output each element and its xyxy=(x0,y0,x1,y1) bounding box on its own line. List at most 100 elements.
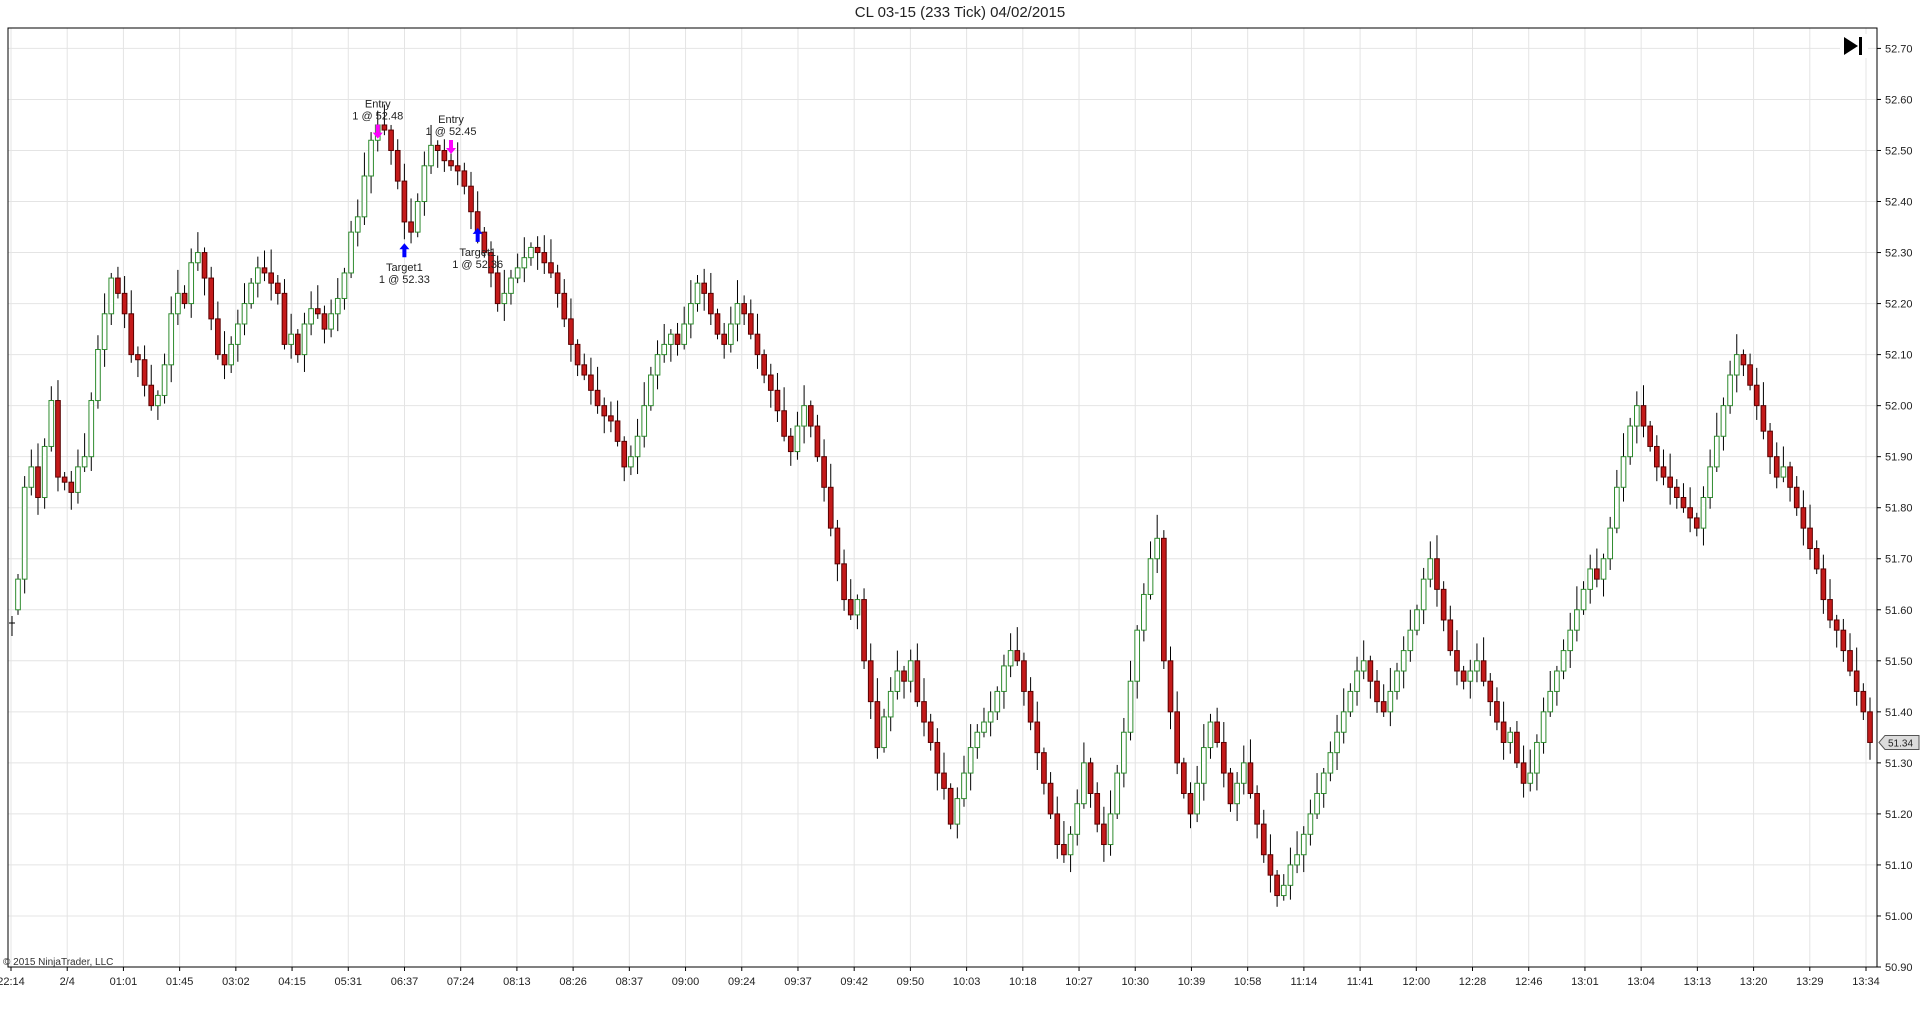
y-tick-label: 52.10 xyxy=(1885,350,1913,362)
candle xyxy=(941,752,947,800)
candle-body xyxy=(28,466,35,488)
candle-body xyxy=(1081,762,1087,805)
candle xyxy=(1547,671,1554,717)
candle xyxy=(1793,476,1800,516)
candle-body xyxy=(688,303,694,325)
candle-body xyxy=(394,149,401,182)
candle-body xyxy=(594,389,601,407)
x-tick-label: 13:29 xyxy=(1796,976,1824,988)
candle xyxy=(128,290,135,363)
candle-body xyxy=(434,144,441,151)
candle xyxy=(155,390,161,420)
candle-body xyxy=(961,772,967,800)
price-chart[interactable]: Entry1 @ 52.48 Entry1 @ 52.45Target11 @ 5… xyxy=(0,0,1920,1014)
candle-body xyxy=(1500,721,1507,743)
candle-body xyxy=(1467,670,1474,682)
candle xyxy=(1554,665,1560,706)
y-tick-label: 51.40 xyxy=(1885,707,1913,719)
candle xyxy=(1514,721,1520,768)
candle xyxy=(1314,773,1320,820)
candle-body xyxy=(1594,568,1600,580)
candle xyxy=(1274,870,1280,907)
candle xyxy=(561,279,568,328)
x-tick-label: 10:18 xyxy=(1009,976,1037,988)
candle xyxy=(648,366,654,411)
candle xyxy=(421,151,428,216)
candle xyxy=(1833,614,1840,648)
entry-price-label: 1 @ 52.45 xyxy=(426,126,477,138)
candle xyxy=(115,266,121,299)
candle-body xyxy=(361,175,368,218)
candle-body xyxy=(274,282,281,294)
candle xyxy=(741,295,747,326)
candle-body xyxy=(867,660,874,703)
candle-body xyxy=(1200,747,1207,784)
candle-body xyxy=(1653,445,1660,468)
candle xyxy=(668,329,674,362)
candle xyxy=(1860,683,1867,721)
candle-body xyxy=(1700,497,1707,529)
candle-body xyxy=(1480,660,1487,682)
candle-body xyxy=(1733,354,1740,376)
candle xyxy=(594,366,601,414)
candle-body xyxy=(1121,731,1127,774)
candle xyxy=(1014,627,1021,666)
candle-body xyxy=(155,394,161,407)
scroll-to-end-button[interactable] xyxy=(1840,34,1868,58)
plot-frame xyxy=(7,27,1878,968)
candle xyxy=(581,353,588,381)
candle xyxy=(414,193,421,238)
candle-body xyxy=(1287,864,1294,886)
candle-body xyxy=(1047,782,1054,815)
x-tick-label: 09:42 xyxy=(840,976,868,988)
candle-body xyxy=(1580,588,1587,611)
candle-body xyxy=(81,456,88,468)
candle xyxy=(314,285,321,319)
candle-body xyxy=(548,262,554,274)
candle-body xyxy=(1087,762,1094,794)
target-arrow-icon xyxy=(472,227,483,242)
candle xyxy=(1647,420,1653,452)
candle-body xyxy=(135,354,141,361)
candle xyxy=(1027,677,1034,731)
candle xyxy=(954,787,961,839)
candle xyxy=(528,242,534,266)
candle xyxy=(987,691,994,737)
candle-body xyxy=(508,277,514,294)
candle-body xyxy=(847,599,854,616)
candle-body xyxy=(1860,690,1867,713)
candle xyxy=(1414,604,1420,636)
candle-body xyxy=(321,313,328,330)
candle-body xyxy=(341,272,348,299)
candle-body xyxy=(1294,854,1300,866)
candle xyxy=(1101,806,1107,862)
candle-body xyxy=(388,129,394,151)
last-price-label: 51.34 xyxy=(1888,738,1913,749)
y-axis: 52.70 52.60 52.50 52.40 52.30 52.20 52.10 52.00… xyxy=(1877,43,1913,974)
candle xyxy=(195,232,201,271)
candle xyxy=(727,306,734,353)
candle-body xyxy=(1347,690,1354,713)
candle-body xyxy=(1234,782,1240,805)
candle xyxy=(1287,847,1294,900)
candle-body xyxy=(1587,568,1594,590)
candle-body xyxy=(701,282,708,294)
candle-body xyxy=(1720,405,1727,437)
candle-body xyxy=(528,246,534,259)
end-bar-icon[interactable] xyxy=(1859,37,1862,55)
candle-body xyxy=(1760,405,1767,432)
candle-body xyxy=(201,252,208,279)
trade-annotations: Entry1 @ 52.48 Entry1 @ 52.45Target11 @ 5… xyxy=(352,99,503,287)
candle-body xyxy=(35,466,41,498)
candle xyxy=(1733,334,1740,393)
candle xyxy=(994,686,1001,721)
candle-body xyxy=(1634,405,1640,427)
candle-body xyxy=(254,267,261,284)
candle-body xyxy=(1647,425,1653,447)
candle xyxy=(1767,422,1773,475)
candle-body xyxy=(614,420,621,442)
candle xyxy=(1420,567,1427,625)
candle-body xyxy=(1167,660,1174,713)
candle xyxy=(1294,831,1300,874)
candle-body xyxy=(1640,405,1647,427)
